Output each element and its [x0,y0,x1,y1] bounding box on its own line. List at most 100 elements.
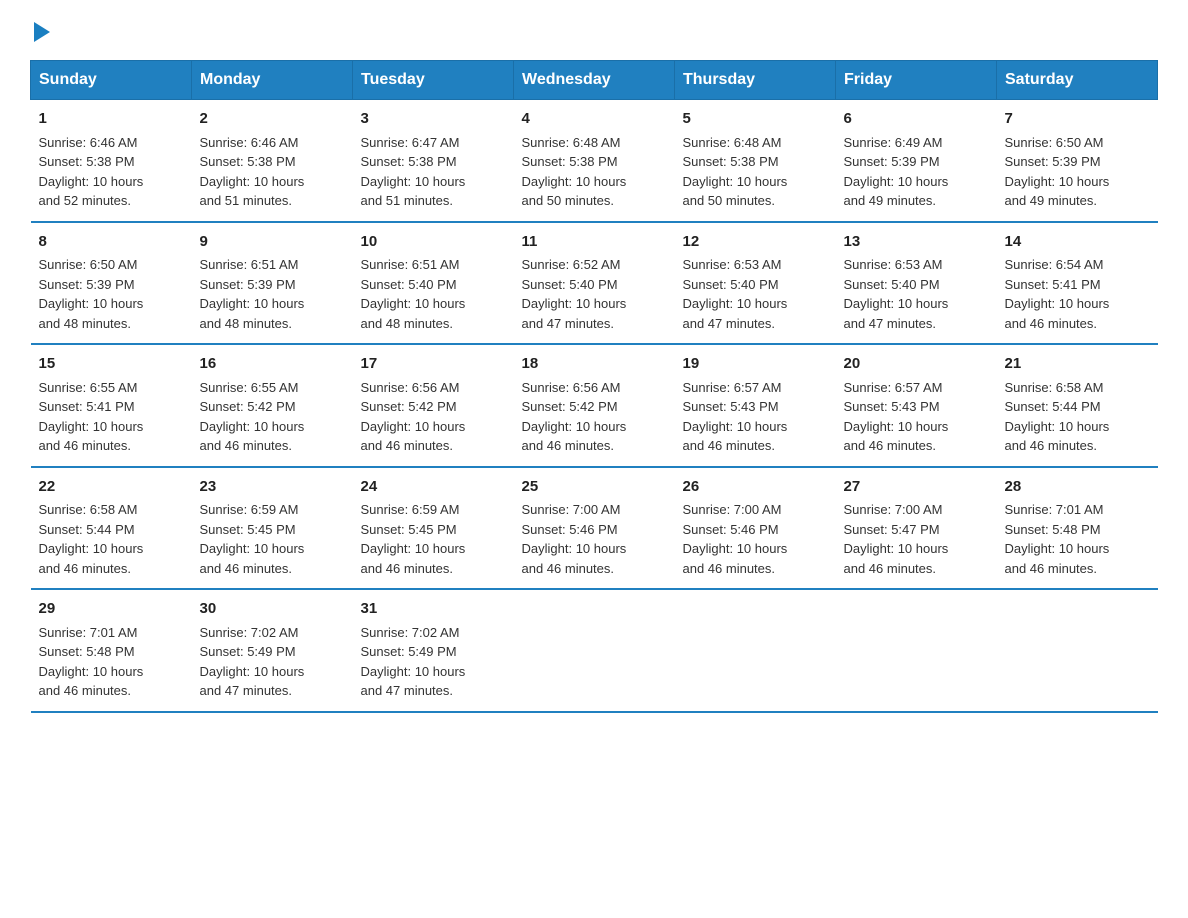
day-info: Sunrise: 6:52 AMSunset: 5:40 PMDaylight:… [522,257,627,331]
calendar-header-row: SundayMondayTuesdayWednesdayThursdayFrid… [31,61,1158,100]
day-number: 11 [522,231,667,254]
calendar-cell: 26 Sunrise: 7:00 AMSunset: 5:46 PMDaylig… [675,467,836,590]
day-number: 5 [683,108,828,131]
day-info: Sunrise: 6:59 AMSunset: 5:45 PMDaylight:… [361,502,466,576]
calendar-cell [997,589,1158,712]
calendar-cell: 30 Sunrise: 7:02 AMSunset: 5:49 PMDaylig… [192,589,353,712]
calendar-cell: 6 Sunrise: 6:49 AMSunset: 5:39 PMDayligh… [836,100,997,222]
calendar-cell: 7 Sunrise: 6:50 AMSunset: 5:39 PMDayligh… [997,100,1158,222]
logo [30,20,50,40]
calendar-cell: 31 Sunrise: 7:02 AMSunset: 5:49 PMDaylig… [353,589,514,712]
day-number: 9 [200,231,345,254]
calendar-cell: 17 Sunrise: 6:56 AMSunset: 5:42 PMDaylig… [353,344,514,467]
calendar-cell [514,589,675,712]
header-wednesday: Wednesday [514,61,675,100]
page-header [30,20,1158,40]
logo-triangle-icon [34,22,50,42]
day-info: Sunrise: 7:00 AMSunset: 5:46 PMDaylight:… [683,502,788,576]
calendar-cell: 14 Sunrise: 6:54 AMSunset: 5:41 PMDaylig… [997,222,1158,345]
day-info: Sunrise: 6:55 AMSunset: 5:41 PMDaylight:… [39,380,144,454]
calendar-cell: 3 Sunrise: 6:47 AMSunset: 5:38 PMDayligh… [353,100,514,222]
day-info: Sunrise: 6:53 AMSunset: 5:40 PMDaylight:… [844,257,949,331]
calendar-cell [836,589,997,712]
calendar-cell: 24 Sunrise: 6:59 AMSunset: 5:45 PMDaylig… [353,467,514,590]
calendar-cell: 1 Sunrise: 6:46 AMSunset: 5:38 PMDayligh… [31,100,192,222]
day-number: 3 [361,108,506,131]
day-number: 25 [522,476,667,499]
day-number: 13 [844,231,989,254]
calendar-cell: 22 Sunrise: 6:58 AMSunset: 5:44 PMDaylig… [31,467,192,590]
calendar-week-row: 15 Sunrise: 6:55 AMSunset: 5:41 PMDaylig… [31,344,1158,467]
day-info: Sunrise: 6:49 AMSunset: 5:39 PMDaylight:… [844,135,949,209]
calendar-cell: 16 Sunrise: 6:55 AMSunset: 5:42 PMDaylig… [192,344,353,467]
day-info: Sunrise: 7:00 AMSunset: 5:46 PMDaylight:… [522,502,627,576]
day-number: 28 [1005,476,1150,499]
day-info: Sunrise: 6:50 AMSunset: 5:39 PMDaylight:… [39,257,144,331]
day-number: 23 [200,476,345,499]
day-number: 24 [361,476,506,499]
day-number: 20 [844,353,989,376]
day-info: Sunrise: 7:01 AMSunset: 5:48 PMDaylight:… [1005,502,1110,576]
calendar-cell: 4 Sunrise: 6:48 AMSunset: 5:38 PMDayligh… [514,100,675,222]
day-number: 30 [200,598,345,621]
calendar-cell: 29 Sunrise: 7:01 AMSunset: 5:48 PMDaylig… [31,589,192,712]
day-number: 8 [39,231,184,254]
day-number: 16 [200,353,345,376]
day-number: 22 [39,476,184,499]
day-info: Sunrise: 6:58 AMSunset: 5:44 PMDaylight:… [1005,380,1110,454]
day-number: 4 [522,108,667,131]
calendar-cell: 25 Sunrise: 7:00 AMSunset: 5:46 PMDaylig… [514,467,675,590]
day-number: 26 [683,476,828,499]
calendar-cell: 9 Sunrise: 6:51 AMSunset: 5:39 PMDayligh… [192,222,353,345]
calendar-cell: 23 Sunrise: 6:59 AMSunset: 5:45 PMDaylig… [192,467,353,590]
calendar-cell: 8 Sunrise: 6:50 AMSunset: 5:39 PMDayligh… [31,222,192,345]
calendar-cell: 15 Sunrise: 6:55 AMSunset: 5:41 PMDaylig… [31,344,192,467]
day-info: Sunrise: 6:51 AMSunset: 5:39 PMDaylight:… [200,257,305,331]
day-info: Sunrise: 6:54 AMSunset: 5:41 PMDaylight:… [1005,257,1110,331]
calendar-cell [675,589,836,712]
calendar-cell: 27 Sunrise: 7:00 AMSunset: 5:47 PMDaylig… [836,467,997,590]
calendar-cell: 28 Sunrise: 7:01 AMSunset: 5:48 PMDaylig… [997,467,1158,590]
day-number: 6 [844,108,989,131]
day-number: 15 [39,353,184,376]
day-number: 29 [39,598,184,621]
header-thursday: Thursday [675,61,836,100]
day-info: Sunrise: 6:53 AMSunset: 5:40 PMDaylight:… [683,257,788,331]
day-info: Sunrise: 6:55 AMSunset: 5:42 PMDaylight:… [200,380,305,454]
calendar-week-row: 22 Sunrise: 6:58 AMSunset: 5:44 PMDaylig… [31,467,1158,590]
header-sunday: Sunday [31,61,192,100]
header-tuesday: Tuesday [353,61,514,100]
day-info: Sunrise: 6:57 AMSunset: 5:43 PMDaylight:… [844,380,949,454]
day-number: 14 [1005,231,1150,254]
day-info: Sunrise: 6:50 AMSunset: 5:39 PMDaylight:… [1005,135,1110,209]
calendar-cell: 18 Sunrise: 6:56 AMSunset: 5:42 PMDaylig… [514,344,675,467]
calendar-cell: 13 Sunrise: 6:53 AMSunset: 5:40 PMDaylig… [836,222,997,345]
day-number: 10 [361,231,506,254]
calendar-cell: 11 Sunrise: 6:52 AMSunset: 5:40 PMDaylig… [514,222,675,345]
calendar-cell: 12 Sunrise: 6:53 AMSunset: 5:40 PMDaylig… [675,222,836,345]
day-info: Sunrise: 6:56 AMSunset: 5:42 PMDaylight:… [522,380,627,454]
calendar-cell: 21 Sunrise: 6:58 AMSunset: 5:44 PMDaylig… [997,344,1158,467]
day-number: 17 [361,353,506,376]
day-info: Sunrise: 6:58 AMSunset: 5:44 PMDaylight:… [39,502,144,576]
header-saturday: Saturday [997,61,1158,100]
calendar-table: SundayMondayTuesdayWednesdayThursdayFrid… [30,60,1158,713]
calendar-week-row: 29 Sunrise: 7:01 AMSunset: 5:48 PMDaylig… [31,589,1158,712]
day-info: Sunrise: 6:59 AMSunset: 5:45 PMDaylight:… [200,502,305,576]
day-info: Sunrise: 6:46 AMSunset: 5:38 PMDaylight:… [39,135,144,209]
day-info: Sunrise: 6:51 AMSunset: 5:40 PMDaylight:… [361,257,466,331]
header-friday: Friday [836,61,997,100]
day-number: 2 [200,108,345,131]
day-info: Sunrise: 7:01 AMSunset: 5:48 PMDaylight:… [39,625,144,699]
day-info: Sunrise: 7:02 AMSunset: 5:49 PMDaylight:… [361,625,466,699]
day-info: Sunrise: 6:47 AMSunset: 5:38 PMDaylight:… [361,135,466,209]
day-info: Sunrise: 7:00 AMSunset: 5:47 PMDaylight:… [844,502,949,576]
day-info: Sunrise: 7:02 AMSunset: 5:49 PMDaylight:… [200,625,305,699]
calendar-cell: 2 Sunrise: 6:46 AMSunset: 5:38 PMDayligh… [192,100,353,222]
day-number: 19 [683,353,828,376]
calendar-week-row: 8 Sunrise: 6:50 AMSunset: 5:39 PMDayligh… [31,222,1158,345]
calendar-cell: 20 Sunrise: 6:57 AMSunset: 5:43 PMDaylig… [836,344,997,467]
day-info: Sunrise: 6:56 AMSunset: 5:42 PMDaylight:… [361,380,466,454]
calendar-cell: 10 Sunrise: 6:51 AMSunset: 5:40 PMDaylig… [353,222,514,345]
day-number: 27 [844,476,989,499]
